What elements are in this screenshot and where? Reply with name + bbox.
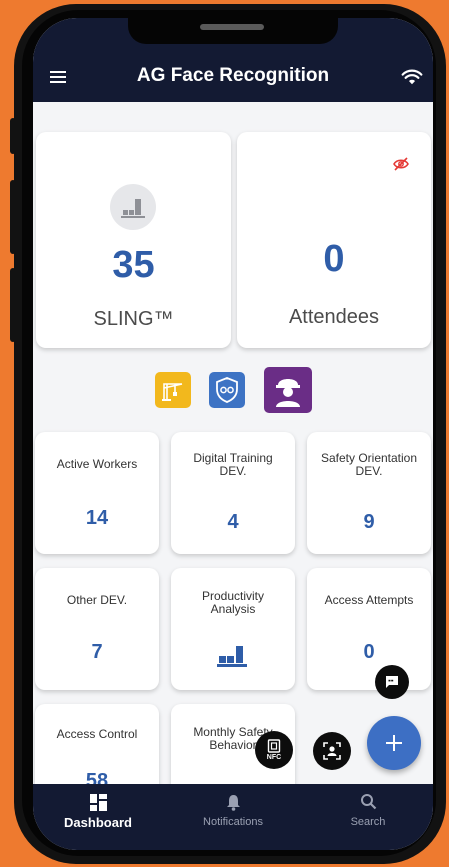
tile-productivity-analysis[interactable]: Productivity Analysis (171, 568, 295, 690)
nav-label: Notifications (203, 816, 263, 828)
attendees-count: 0 (323, 238, 345, 280)
tile-label: Productivity Analysis (201, 589, 265, 616)
tile-other-dev[interactable]: Other DEV. 7 (35, 568, 159, 690)
dashboard-icon (90, 794, 107, 811)
tile-label: Other DEV. (66, 593, 128, 607)
tile-label: Digital Training DEV. (193, 451, 273, 478)
app-bar: AG Face Recognition (33, 18, 433, 102)
tile-safety-orientation[interactable]: Safety Orientation DEV. 9 (307, 432, 431, 554)
app-screen: AG Face Recognition 35 SLING™ 0 Attendee… (33, 18, 433, 850)
chat-button[interactable] (375, 665, 409, 699)
nav-item-notifications[interactable]: Notifications (183, 784, 283, 850)
tile-value: 14 (85, 507, 109, 529)
phone-notch (128, 18, 338, 44)
tile-value: 0 (363, 641, 375, 663)
nav-label: Search (350, 816, 386, 828)
sling-label: SLING™ (93, 308, 174, 330)
worker-icon[interactable] (264, 367, 312, 413)
tile-digital-training[interactable]: Digital Training DEV. 4 (171, 432, 295, 554)
tile-value: 4 (227, 511, 239, 533)
wifi-icon (401, 69, 423, 85)
shield-icon[interactable] (209, 372, 245, 408)
crane-icon[interactable] (155, 372, 191, 408)
nav-item-dashboard[interactable]: Dashboard (53, 784, 143, 850)
phone-side-button (10, 268, 16, 342)
nav-label: Dashboard (64, 815, 132, 830)
sling-count: 35 (112, 244, 155, 286)
phone-side-button (10, 118, 16, 154)
attendees-label: Attendees (288, 306, 380, 328)
search-icon (361, 794, 377, 810)
bell-icon (227, 795, 240, 811)
tile-active-workers[interactable]: Active Workers 14 (35, 432, 159, 554)
face-scan-icon (323, 742, 341, 760)
tile-value: 7 (91, 641, 103, 663)
chat-icon (386, 676, 398, 688)
phone-side-button (10, 180, 16, 254)
tile-access-attempts[interactable]: Access Attempts 0 (307, 568, 431, 690)
plus-icon (386, 735, 402, 751)
tile-value: 9 (363, 511, 375, 533)
tile-label: Access Attempts (324, 593, 414, 607)
face-scan-button[interactable] (313, 732, 351, 770)
bottom-navigation: Dashboard Notifications Search (33, 784, 433, 850)
sling-card[interactable]: 35 SLING™ (36, 132, 231, 348)
nfc-button[interactable]: NFC (255, 731, 293, 769)
tile-label: Access Control (56, 727, 138, 741)
app-title: AG Face Recognition (136, 65, 330, 86)
nfc-label: NFC (266, 754, 282, 761)
tile-label: Safety Orientation DEV. (320, 451, 418, 478)
nfc-icon (267, 739, 281, 753)
eye-off-icon (393, 157, 409, 171)
add-button[interactable] (367, 716, 421, 770)
nav-item-search[interactable]: Search (323, 784, 413, 850)
chart-icon (110, 184, 156, 230)
speaker-grille (200, 24, 264, 30)
tile-label: Active Workers (56, 457, 138, 471)
bar-chart-icon (217, 646, 247, 667)
attendees-card[interactable]: 0 Attendees (237, 132, 431, 348)
